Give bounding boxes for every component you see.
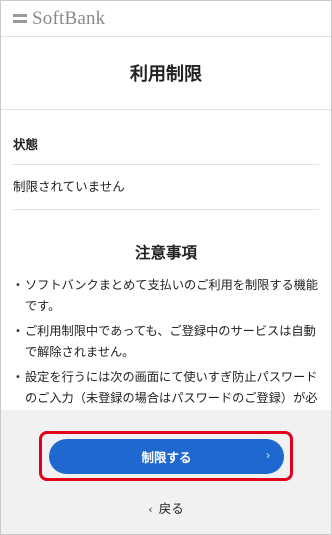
- site-header: SoftBank: [1, 1, 331, 37]
- back-link-label: 戻る: [158, 501, 184, 516]
- back-link[interactable]: ‹ 戻る: [1, 498, 331, 517]
- chevron-right-icon: ›: [266, 448, 270, 462]
- page-frame: SoftBank 利用制限 状態 制限されていません 注意事項 ソフトバンクまと…: [0, 0, 332, 535]
- chevron-left-icon: ‹: [148, 503, 153, 516]
- limit-button-label: 制限する: [141, 451, 192, 465]
- status-value: 制限されていません: [13, 165, 319, 210]
- status-label: 状態: [13, 110, 319, 165]
- note-item: ソフトバンクまとめて支払いのご利用を制限する機能です。: [15, 275, 319, 317]
- status-section: 状態 制限されていません: [1, 110, 331, 210]
- highlight-annotation: 制限する ›: [39, 431, 293, 481]
- title-bar: 利用制限: [1, 37, 331, 110]
- notes-heading: 注意事項: [134, 244, 197, 262]
- limit-button[interactable]: 制限する ›: [49, 439, 284, 474]
- brand-logo-text[interactable]: SoftBank: [32, 8, 105, 30]
- softbank-lines-icon: [13, 14, 27, 23]
- note-item: ご利用制限中であっても、ご登録中のサービスは自動で解除されません。: [15, 321, 319, 363]
- notes-list: ソフトバンクまとめて支払いのご利用を制限する機能です。 ご利用制限中であっても、…: [1, 275, 331, 430]
- action-footer: 制限する › ‹ 戻る: [1, 410, 331, 534]
- page-title: 利用制限: [130, 64, 202, 85]
